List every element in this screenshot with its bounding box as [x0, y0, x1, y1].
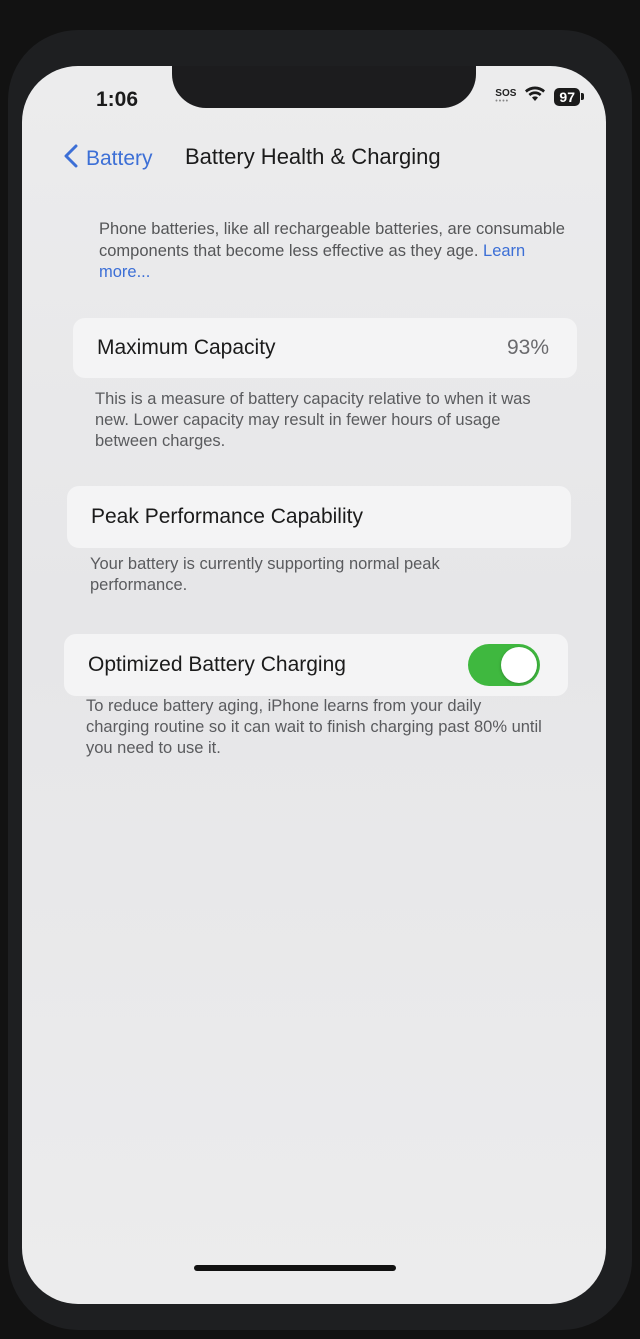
wifi-icon: [524, 86, 546, 107]
peak-performance-label: Peak Performance Capability: [91, 505, 363, 528]
toggle-knob: [501, 647, 537, 683]
sos-indicator: SOS ••••: [495, 87, 517, 105]
max-capacity-value: 93%: [506, 336, 549, 359]
peak-performance-row: Peak Performance Capability: [67, 486, 571, 548]
notch: [172, 66, 476, 108]
optimized-charging-footnote: To reduce battery aging, iPhone learns f…: [86, 697, 542, 757]
chevron-left-icon: [64, 144, 86, 174]
nav-bar: Battery: [64, 144, 153, 174]
optimized-charging-row: Optimized Battery Charging: [64, 634, 568, 696]
back-button[interactable]: Battery: [64, 144, 153, 174]
status-icons: SOS •••• 97: [495, 86, 584, 107]
signal-dots-icon: ••••: [495, 97, 510, 105]
sos-label: SOS: [495, 87, 517, 99]
home-indicator[interactable]: [194, 1265, 396, 1271]
screen: 1:06 SOS •••• 97 Battery Battery Health …: [22, 66, 606, 1304]
max-capacity-footnote: This is a measure of battery capacity re…: [95, 390, 531, 450]
optimized-charging-label: Optimized Battery Charging: [88, 653, 346, 676]
battery-level-badge: 97: [554, 87, 584, 106]
page-title: Battery Health & Charging: [185, 144, 441, 169]
status-time: 1:06: [96, 88, 139, 111]
optimized-charging-toggle[interactable]: [468, 644, 540, 686]
intro-text: Phone batteries, like all rechargeable b…: [99, 219, 569, 284]
max-capacity-label: Maximum Capacity: [97, 336, 276, 359]
max-capacity-row: Maximum Capacity 93%: [73, 318, 577, 378]
peak-performance-footnote: Your battery is currently supporting nor…: [90, 555, 440, 594]
back-button-label: Battery: [86, 147, 153, 170]
